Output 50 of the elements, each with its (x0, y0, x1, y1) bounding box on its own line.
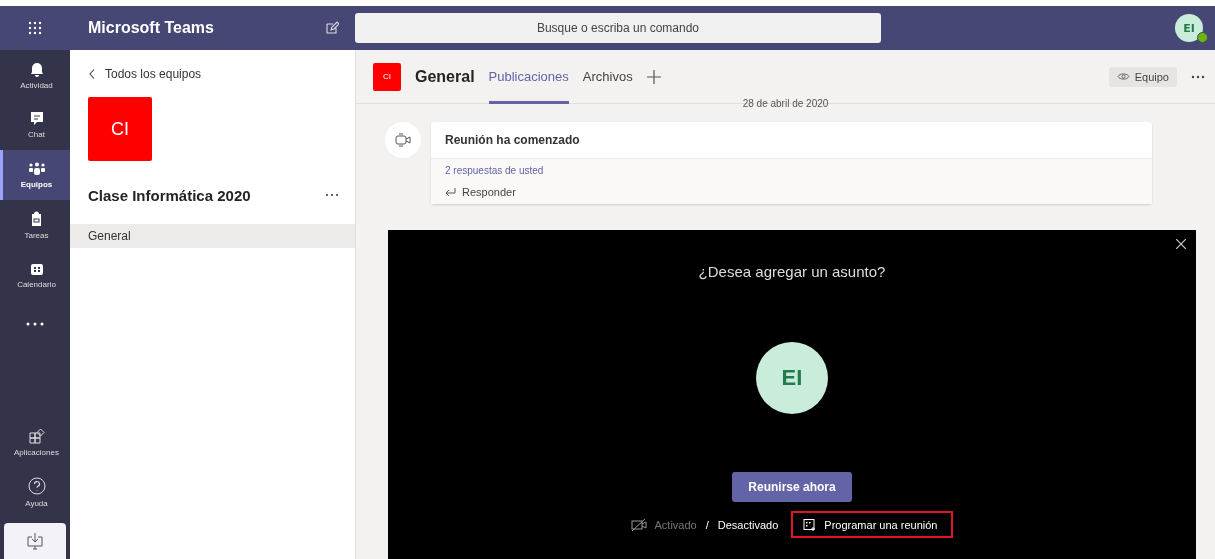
channel-name: General (415, 67, 475, 86)
rail-item[interactable]: Chat (0, 100, 70, 150)
chat-icon (29, 111, 44, 126)
compose-icon[interactable] (325, 21, 339, 35)
rail-item[interactable]: Tareas (0, 200, 70, 250)
add-icon[interactable] (646, 69, 661, 84)
close-icon[interactable] (1176, 239, 1186, 249)
subject-field[interactable]: ¿Desea agregar un asunto? (698, 263, 886, 280)
reply-button[interactable]: Responder (445, 186, 516, 198)
app-launcher-icon[interactable] (28, 21, 42, 35)
bag-icon (30, 210, 43, 227)
date-divider: 28 de abril de 2020 (742, 98, 829, 111)
rail-item[interactable]: Ayuda (0, 467, 70, 517)
eye-icon (1116, 72, 1130, 81)
apps-icon (28, 427, 45, 444)
avatar: EI (756, 342, 828, 414)
replies-link[interactable]: 2 respuestas de usted (445, 165, 544, 176)
separator: / (705, 518, 709, 531)
help-icon (27, 476, 46, 495)
more-icon[interactable] (26, 322, 44, 326)
app-title: Microsoft Teams (88, 19, 214, 37)
team-button[interactable]: Equipo (1108, 66, 1177, 87)
back-icon (89, 69, 95, 79)
back-link[interactable]: Todos los equipos (70, 50, 202, 81)
video-camera-icon (395, 133, 411, 147)
rail-item[interactable]: Actividad (0, 50, 70, 100)
team-name: Clase Informática 2020 (88, 186, 251, 204)
rail-item[interactable]: Equipos (0, 150, 70, 200)
calendar-icon (29, 261, 44, 276)
schedule-button[interactable]: Programar una reunión (791, 511, 954, 538)
avatar[interactable]: EI (1175, 14, 1203, 42)
tab[interactable]: Archivos (582, 49, 633, 104)
channel-item[interactable]: General (70, 224, 355, 248)
download-icon (26, 532, 44, 550)
search-field[interactable]: Busque o escriba un comando (355, 13, 881, 43)
rail-item[interactable]: Calendario (0, 250, 70, 300)
camera-off-icon[interactable] (630, 517, 648, 532)
rail-item[interactable]: Aplicaciones (0, 417, 70, 467)
team-avatar: CI (88, 97, 152, 161)
more-options-icon[interactable] (325, 193, 339, 197)
bell-icon (29, 60, 44, 77)
camera-option[interactable]: Activado (654, 518, 697, 531)
reply-icon (445, 188, 456, 196)
people-icon (27, 161, 46, 176)
camera-option[interactable]: Desactivado (717, 518, 779, 531)
more-options-icon[interactable] (1191, 74, 1205, 79)
calendar-icon (803, 518, 817, 531)
tab[interactable]: Publicaciones (488, 49, 569, 104)
join-button[interactable]: Reunirse ahora (732, 472, 852, 502)
channel-avatar: CI (373, 62, 401, 91)
